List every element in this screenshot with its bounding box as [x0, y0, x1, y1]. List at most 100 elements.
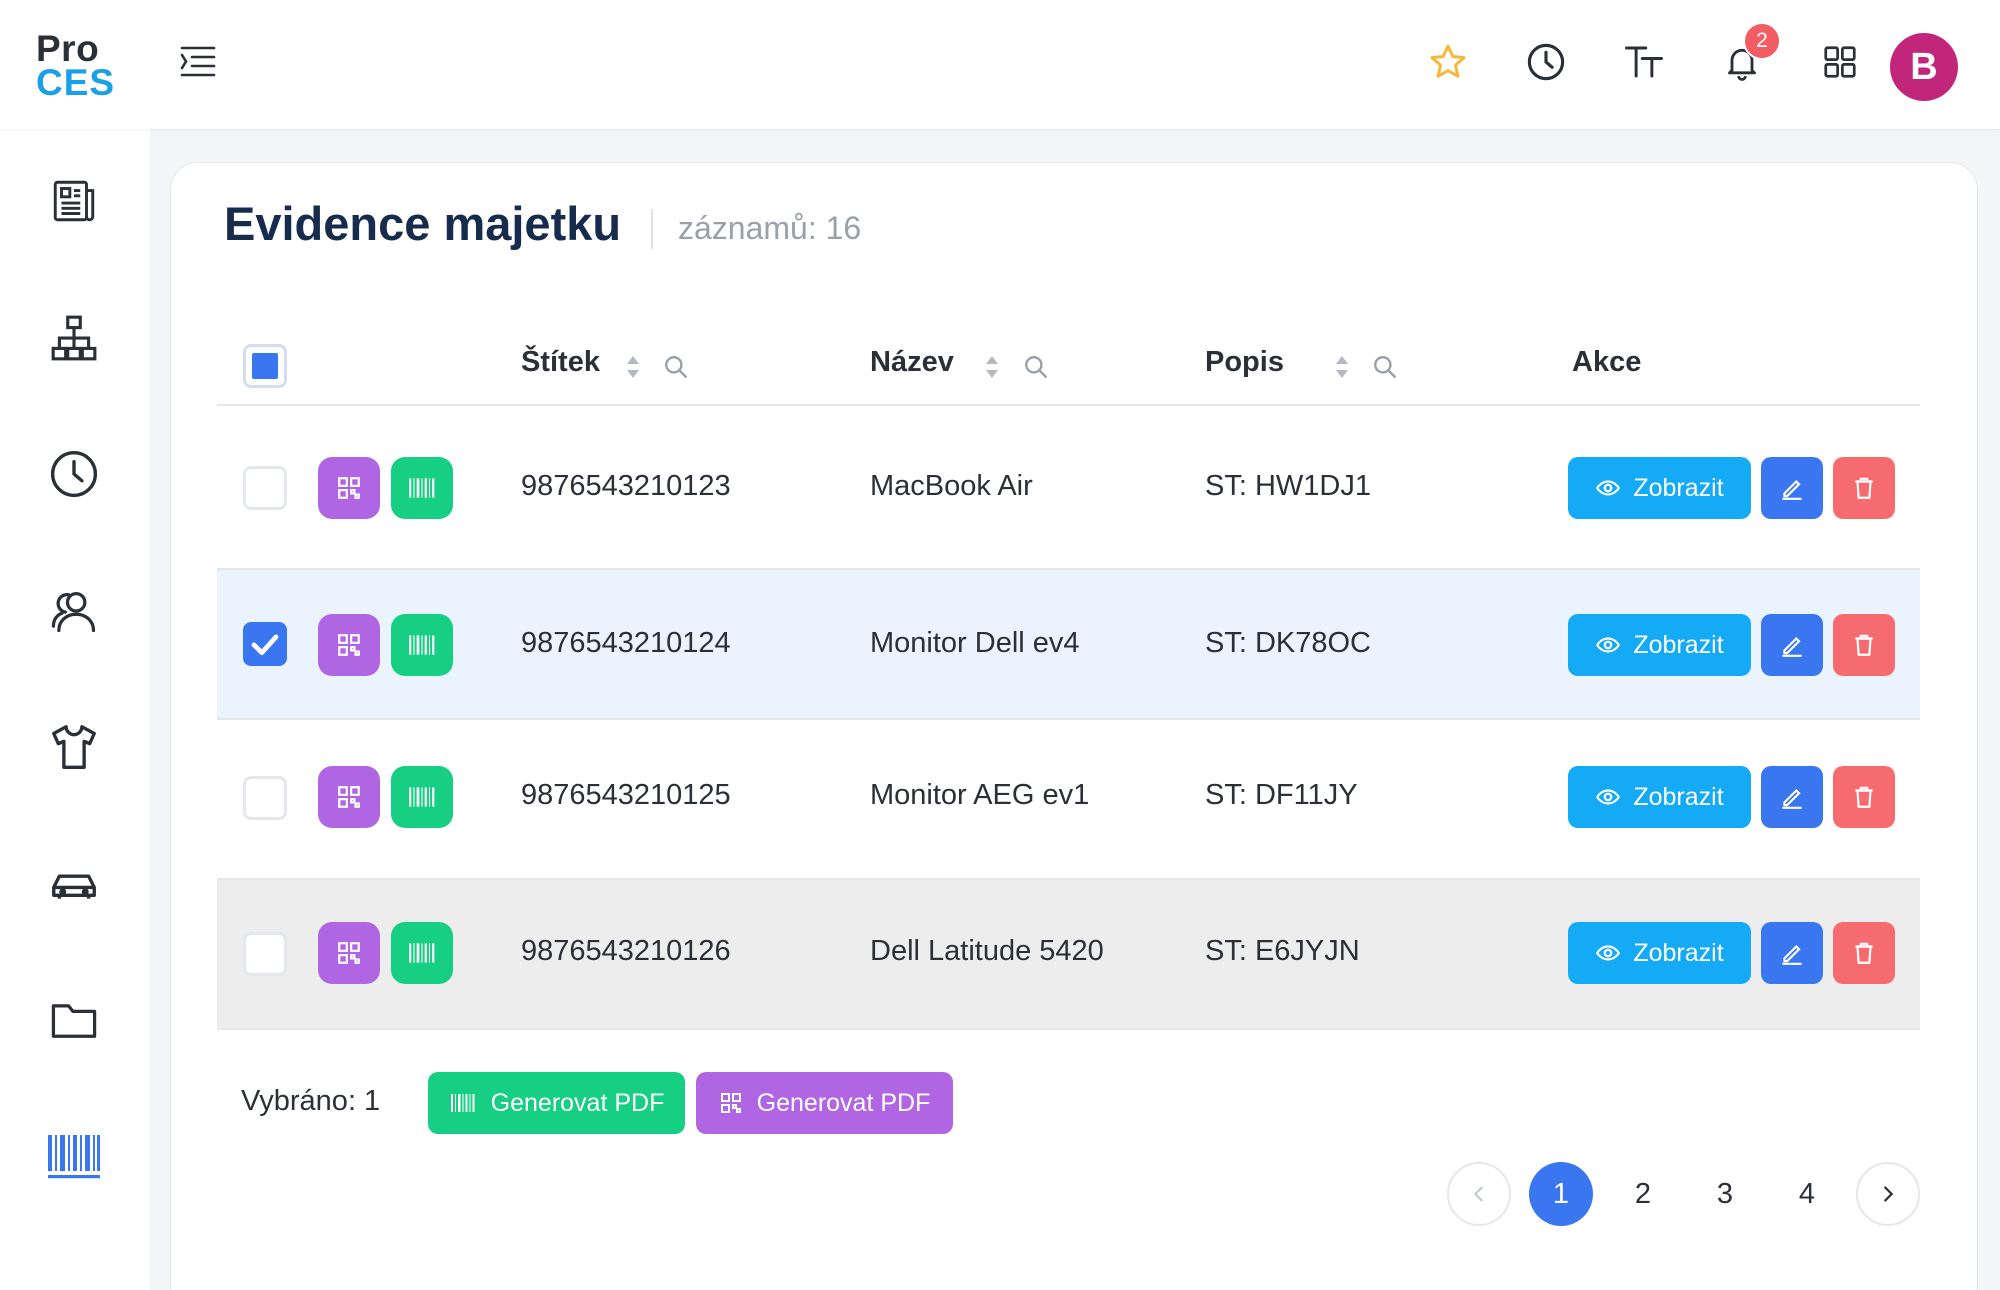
barcode-button[interactable]	[391, 766, 453, 828]
cell-name: Dell Latitude 5420	[870, 935, 1104, 967]
cell-description: ST: E6JYJN	[1205, 935, 1360, 967]
generate-qr-pdf-button[interactable]: Generovat PDF	[696, 1072, 953, 1134]
generate-barcode-pdf-button[interactable]: Generovat PDF	[428, 1072, 685, 1134]
star-icon[interactable]	[1418, 32, 1478, 92]
pagination-page[interactable]: 4	[1775, 1162, 1839, 1226]
sidebar-item-users[interactable]	[40, 577, 108, 645]
menu-toggle-icon[interactable]	[176, 40, 220, 84]
qr-code-button[interactable]	[318, 922, 380, 984]
column-header-name[interactable]: Název	[870, 346, 954, 379]
table-header: Štítek Název Popis Akce	[217, 320, 1920, 406]
barcode-icon	[450, 1094, 475, 1112]
user-avatar[interactable]: B	[1890, 33, 1958, 101]
sidebar-item-news[interactable]	[40, 167, 108, 235]
folder-icon	[51, 1004, 97, 1038]
cell-tag: 9876543210125	[521, 779, 731, 811]
select-all-checkbox[interactable]	[243, 344, 287, 388]
delete-button[interactable]	[1833, 457, 1895, 519]
tshirt-icon	[52, 725, 96, 769]
row-checkbox[interactable]	[243, 776, 287, 820]
delete-button[interactable]	[1833, 766, 1895, 828]
sidebar	[0, 129, 150, 1290]
column-header-actions: Akce	[1572, 346, 1642, 378]
qr-code-button[interactable]	[318, 614, 380, 676]
pagination-page[interactable]: 3	[1693, 1162, 1757, 1226]
eye-icon	[1596, 637, 1621, 653]
edit-button[interactable]	[1761, 457, 1823, 519]
row-checkbox[interactable]	[243, 932, 287, 976]
barcode-button[interactable]	[391, 457, 453, 519]
sidebar-item-vehicles[interactable]	[40, 850, 108, 918]
chevron-left-icon	[1473, 1186, 1483, 1202]
cell-description: ST: DF11JY	[1205, 779, 1358, 811]
pencil-icon	[1782, 788, 1802, 809]
eye-icon	[1596, 789, 1621, 805]
column-header-description[interactable]: Popis	[1205, 346, 1284, 379]
title-divider	[651, 209, 653, 249]
table-row[interactable]: 9876543210123 MacBook Air ST: HW1DJ1 Zob…	[217, 406, 1920, 570]
eye-icon	[1596, 480, 1621, 496]
barcode-icon	[409, 635, 435, 655]
qr-code-icon	[338, 634, 360, 656]
delete-button[interactable]	[1833, 922, 1895, 984]
qr-code-button[interactable]	[318, 766, 380, 828]
selected-count: Vybráno: 1	[241, 1085, 381, 1117]
cell-name: Monitor Dell ev4	[870, 627, 1080, 659]
cell-tag: 9876543210123	[521, 470, 731, 502]
view-button[interactable]: Zobrazit	[1568, 766, 1751, 828]
view-button[interactable]: Zobrazit	[1568, 457, 1751, 519]
sidebar-item-organization[interactable]	[40, 304, 108, 372]
apps-grid-icon[interactable]	[1810, 32, 1870, 92]
font-size-icon[interactable]	[1614, 32, 1674, 92]
trash-icon	[1855, 477, 1873, 499]
row-checkbox[interactable]	[243, 622, 287, 666]
trash-icon	[1855, 786, 1873, 808]
sidebar-item-documents[interactable]	[40, 986, 108, 1054]
view-button[interactable]: Zobrazit	[1568, 614, 1751, 676]
sidebar-item-clothing[interactable]	[40, 713, 108, 781]
trash-icon	[1855, 942, 1873, 964]
users-icon	[51, 592, 96, 633]
notification-badge: 2	[1743, 22, 1781, 60]
table-row[interactable]: 9876543210125 Monitor AEG ev1 ST: DF11JY…	[217, 720, 1920, 880]
app-logo[interactable]: Pro CES	[36, 30, 116, 101]
sort-icon[interactable]	[625, 352, 641, 382]
history-icon[interactable]	[1516, 32, 1576, 92]
edit-button[interactable]	[1761, 922, 1823, 984]
pencil-icon	[1782, 636, 1802, 657]
sort-icon[interactable]	[984, 352, 1000, 382]
pagination-page[interactable]: 2	[1611, 1162, 1675, 1226]
table-row[interactable]: 9876543210124 Monitor Dell ev4 ST: DK78O…	[217, 570, 1920, 720]
search-icon[interactable]	[1372, 354, 1398, 380]
search-icon[interactable]	[1023, 354, 1049, 380]
clock-icon	[50, 450, 98, 498]
column-header-tag[interactable]: Štítek	[521, 346, 600, 379]
pagination-next-button[interactable]	[1856, 1162, 1920, 1226]
news-icon	[53, 180, 95, 222]
view-button[interactable]: Zobrazit	[1568, 922, 1751, 984]
delete-button[interactable]	[1833, 614, 1895, 676]
org-chart-icon	[51, 315, 97, 361]
qr-code-icon	[720, 1093, 741, 1113]
table-row[interactable]: 9876543210126 Dell Latitude 5420 ST: E6J…	[217, 880, 1920, 1030]
barcode-button[interactable]	[391, 922, 453, 984]
sidebar-item-assets[interactable]	[40, 1123, 108, 1191]
edit-button[interactable]	[1761, 614, 1823, 676]
page-title: Evidence majetku	[224, 197, 622, 250]
sidebar-item-attendance[interactable]	[40, 440, 108, 508]
search-icon[interactable]	[663, 354, 689, 380]
edit-button[interactable]	[1761, 766, 1823, 828]
qr-code-icon	[338, 786, 360, 808]
row-checkbox[interactable]	[243, 466, 287, 510]
sort-icon[interactable]	[1334, 352, 1350, 382]
cell-tag: 9876543210126	[521, 935, 731, 967]
cell-description: ST: HW1DJ1	[1205, 470, 1371, 502]
qr-code-button[interactable]	[318, 457, 380, 519]
cell-description: ST: DK78OC	[1205, 627, 1371, 659]
barcode-icon	[409, 787, 435, 807]
pagination-page[interactable]: 1	[1529, 1162, 1593, 1226]
barcode-button[interactable]	[391, 614, 453, 676]
pagination-prev-button[interactable]	[1447, 1162, 1511, 1226]
check-icon	[251, 634, 279, 656]
pencil-icon	[1782, 479, 1802, 500]
